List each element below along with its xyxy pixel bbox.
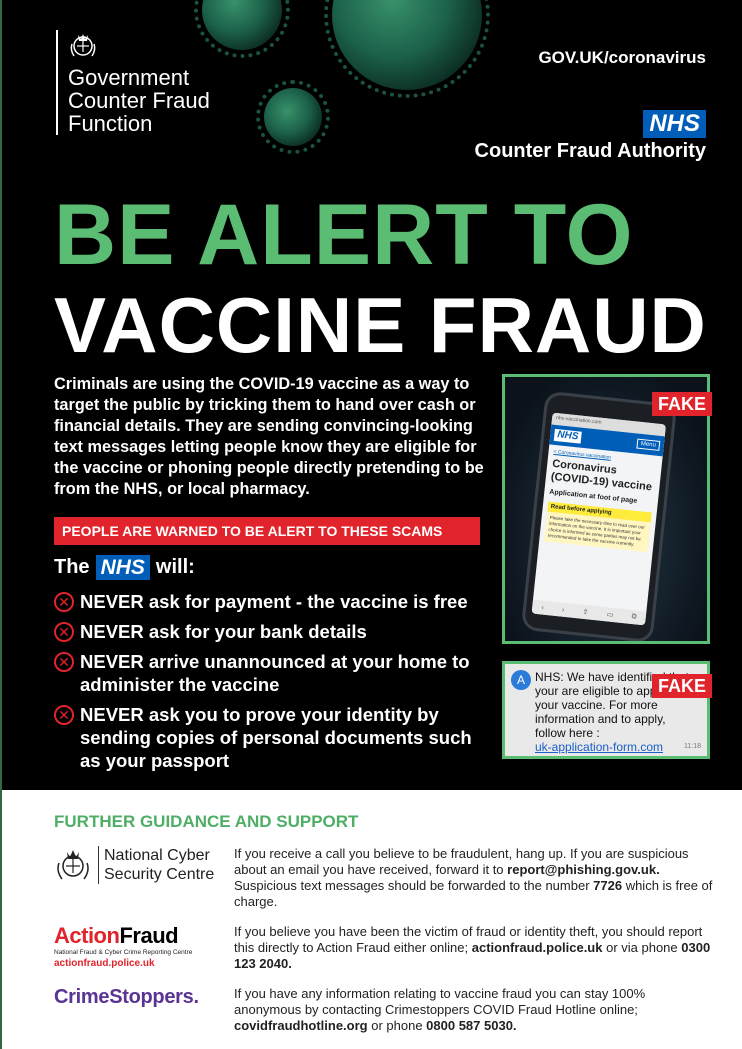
intro-paragraph: Criminals are using the COVID-19 vaccine…	[54, 375, 484, 498]
ncsc-text: If you receive a call you believe to be …	[234, 846, 714, 910]
org-name-line: Government	[68, 65, 190, 90]
fake-label: FAKE	[652, 392, 713, 416]
crimestoppers-logo: CrimeStoppers.	[54, 986, 199, 1008]
nhs-will-prefix: The	[54, 556, 90, 578]
crimestoppers-phone: 0800 587 5030.	[426, 1018, 517, 1033]
alert-panel: Government Counter Fraud Function GOV.UK…	[2, 0, 742, 790]
brand-part: Action	[54, 923, 120, 948]
cross-circle-icon: ✕	[54, 622, 74, 642]
list-item: ✕ NEVER arrive unannounced at your home t…	[54, 650, 494, 696]
phone-screen: nhs-vaccination.com NHS Menu < Coronavir…	[531, 412, 667, 626]
ncsc-name-line: Security Centre	[104, 866, 215, 883]
actionfraud-brand: ActionFraud	[54, 924, 224, 948]
authority-name: Counter Fraud Authority	[474, 140, 706, 162]
nhs-will-heading: The NHS will:	[54, 555, 195, 580]
list-item: ✕ NEVER ask you to prove your identity by…	[54, 703, 494, 772]
crimestoppers-text: If you have any information relating to …	[234, 986, 714, 1034]
text-part: or via phone	[602, 940, 682, 955]
never-list: ✕ NEVER ask for payment - the vaccine is …	[54, 590, 494, 779]
text-part: If you have any information relating to …	[234, 986, 646, 1017]
phishing-email: report@phishing.gov.uk.	[507, 862, 660, 877]
ncsc-logo: National Cyber Security Centre	[54, 846, 224, 884]
actionfraud-link[interactable]: actionfraud.police.uk	[472, 940, 603, 955]
actionfraud-url: actionfraud.police.uk	[54, 958, 155, 969]
list-item: ✕ NEVER ask for your bank details	[54, 620, 494, 643]
sms-link: uk-application-form.com	[535, 740, 664, 754]
virus-image	[256, 80, 330, 154]
sms-avatar: A	[511, 670, 531, 690]
headline-line-1: BE ALERT TO	[54, 187, 634, 283]
virus-image	[194, 0, 290, 58]
gcff-logo: Government Counter Fraud Function	[56, 30, 210, 135]
never-text: NEVER arrive unannounced at your home to…	[80, 651, 470, 695]
crimestoppers-link[interactable]: covidfraudhotline.org	[234, 1018, 368, 1033]
spam-number: 7726	[593, 878, 623, 893]
phone-menu: Menu	[636, 438, 661, 451]
list-item: ✕ NEVER ask for payment - the vaccine is …	[54, 590, 494, 613]
actionfraud-text: If you believe you have been the victim …	[234, 924, 714, 972]
cross-circle-icon: ✕	[54, 652, 74, 672]
ncsc-name: National Cyber Security Centre	[98, 846, 214, 884]
nhs-logo: NHS	[643, 110, 706, 138]
cross-circle-icon: ✕	[54, 592, 74, 612]
phone-image: nhs-vaccination.com NHS Menu < Coronavir…	[520, 390, 678, 641]
royal-crest-icon	[57, 850, 89, 880]
never-text: NEVER ask you to prove your identity by …	[80, 704, 472, 771]
headline-line-2: VACCINE FRAUD	[54, 281, 707, 369]
actionfraud-logo: ActionFraud National Fraud & Cyber Crime…	[54, 924, 224, 970]
warning-banner: PEOPLE ARE WARNED TO BE ALERT TO THESE S…	[54, 517, 480, 545]
ncsc-name-line: National Cyber	[104, 847, 210, 864]
text-part: Suspicious text messages should be forwa…	[234, 878, 594, 893]
text-part: or phone	[367, 1018, 427, 1033]
govuk-link[interactable]: GOV.UK/coronavirus	[538, 48, 706, 68]
sms-time: 11:18	[684, 743, 701, 750]
royal-crest-icon	[70, 34, 96, 57]
nhs-will-suffix: will:	[155, 556, 195, 578]
never-text: NEVER ask for your bank details	[80, 621, 367, 642]
cross-circle-icon: ✕	[54, 705, 74, 725]
nhs-inline-logo: NHS	[95, 555, 150, 580]
org-name-line: Counter Fraud	[68, 88, 210, 113]
phone-nav-icons: ‹ › ⇪ ▭ ⧉	[531, 599, 647, 626]
never-text: NEVER ask for payment - the vaccine is f…	[80, 591, 468, 612]
phone-nhs-logo: NHS	[553, 428, 582, 444]
actionfraud-tagline: National Fraud & Cyber Crime Reporting C…	[54, 949, 193, 956]
virus-image	[324, 0, 490, 98]
guidance-title: FURTHER GUIDANCE AND SUPPORT	[54, 812, 359, 831]
brand-part: Fraud	[119, 923, 179, 948]
org-name-line: Function	[68, 111, 153, 136]
fake-label: FAKE	[652, 674, 713, 698]
poster: Government Counter Fraud Function GOV.UK…	[0, 0, 742, 1049]
